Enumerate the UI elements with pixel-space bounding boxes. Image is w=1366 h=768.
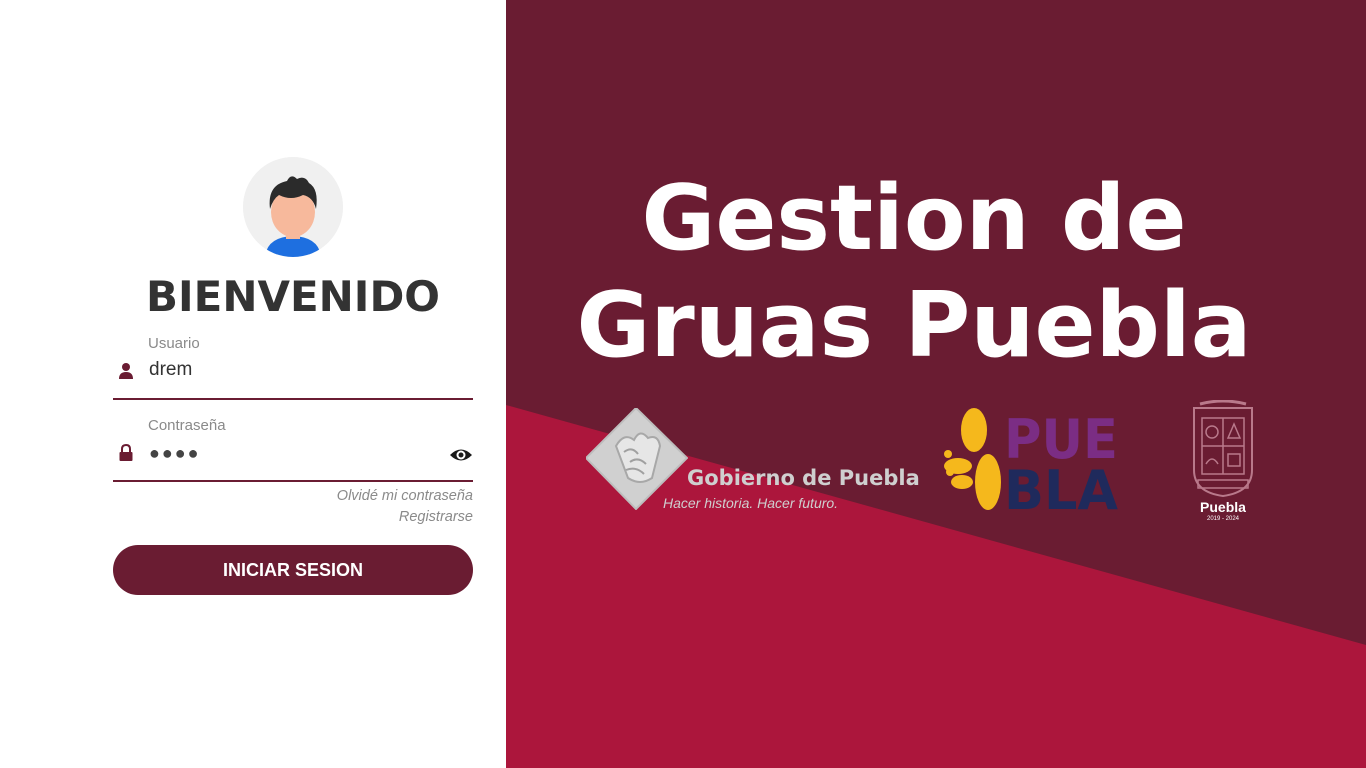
shield-years: 2019 - 2024: [1206, 516, 1240, 522]
eye-icon[interactable]: [449, 446, 473, 464]
password-label: Contraseña: [148, 417, 226, 434]
username-field[interactable]: Usuario: [113, 332, 473, 400]
brand-title-line1: Gestion de: [641, 166, 1187, 271]
puebla-flower-icon: [944, 408, 1001, 510]
user-icon: [119, 363, 133, 379]
brand-panel: Gestion de Gruas Puebla Gobierno de Pueb…: [506, 0, 1366, 768]
user-avatar-icon: [243, 157, 343, 257]
gobierno-name: Gobierno de Puebla: [687, 466, 920, 490]
login-button[interactable]: INICIAR SESION: [113, 545, 473, 595]
register-link[interactable]: Registrarse: [399, 509, 473, 525]
username-label: Usuario: [148, 335, 200, 352]
svg-text:BLA: BLA: [1004, 459, 1118, 512]
password-input[interactable]: ●●●●: [149, 443, 429, 464]
brand-title-line2: Gruas Puebla: [576, 273, 1252, 378]
shield-label: Puebla: [1200, 499, 1246, 515]
username-input[interactable]: [149, 359, 429, 381]
password-field[interactable]: Contraseña ●●●●: [113, 414, 473, 482]
welcome-heading: BIENVENIDO: [145, 272, 441, 321]
forgot-password-link[interactable]: Olvidé mi contraseña: [337, 488, 473, 504]
gobierno-slogan: Hacer historia. Hacer futuro.: [663, 495, 839, 511]
lock-icon: [119, 444, 133, 461]
brand-background: [506, 0, 1366, 768]
puebla-wordmark: PUE BLA: [1004, 408, 1118, 512]
puebla-logo: PUE BLA: [942, 408, 1120, 512]
login-panel: BIENVENIDO Usuario Contraseña ●●●● Olvid…: [0, 0, 506, 768]
gobierno-de-puebla-logo: Gobierno de Puebla Hacer historia. Hacer…: [586, 408, 920, 511]
coat-of-arms-icon: [1193, 400, 1253, 498]
puebla-shield-logo: Puebla 2019 - 2024: [1188, 400, 1258, 528]
